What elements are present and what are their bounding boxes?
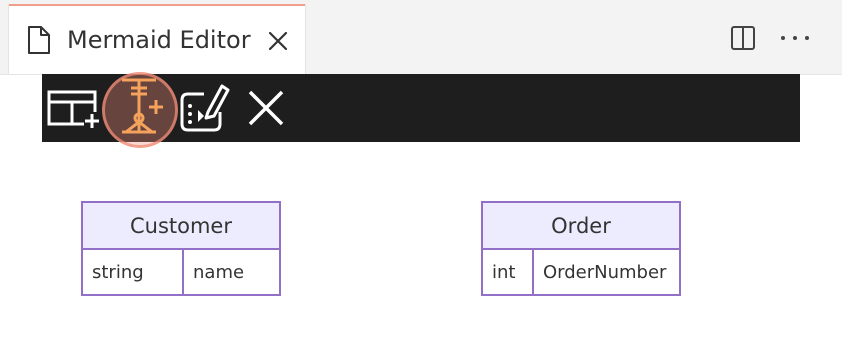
- edit-code-icon: [180, 84, 230, 132]
- edit-code-button[interactable]: [178, 74, 230, 142]
- attribute-type: string: [92, 261, 144, 283]
- attribute-name: OrderNumber: [532, 250, 679, 294]
- entity-attribute-row: int OrderNumber: [483, 250, 679, 294]
- more-actions-icon[interactable]: [778, 25, 812, 51]
- split-editor-icon[interactable]: [730, 25, 756, 51]
- close-icon[interactable]: [267, 30, 289, 52]
- add-relationship-button[interactable]: [102, 72, 178, 148]
- add-entity-icon: [47, 90, 100, 128]
- diagram-toolbar: [42, 72, 800, 148]
- close-toolbar-button[interactable]: [242, 74, 290, 142]
- tab-bar: Mermaid Editor: [0, 0, 842, 75]
- close-icon: [248, 90, 284, 126]
- entity-name: Order: [483, 203, 679, 250]
- file-icon: [28, 26, 50, 54]
- entity-name: Customer: [83, 203, 279, 250]
- add-relationship-icon: [122, 78, 163, 134]
- tab-title: Mermaid Editor: [67, 26, 251, 54]
- attribute-type: int: [492, 261, 516, 283]
- tab-mermaid-editor[interactable]: Mermaid Editor: [8, 4, 306, 74]
- entity-attribute-row: string name: [83, 250, 279, 294]
- attribute-name: name: [182, 250, 279, 294]
- entity-order[interactable]: Order int OrderNumber: [481, 201, 681, 296]
- entity-customer[interactable]: Customer string name: [81, 201, 281, 296]
- add-entity-button[interactable]: [46, 74, 102, 142]
